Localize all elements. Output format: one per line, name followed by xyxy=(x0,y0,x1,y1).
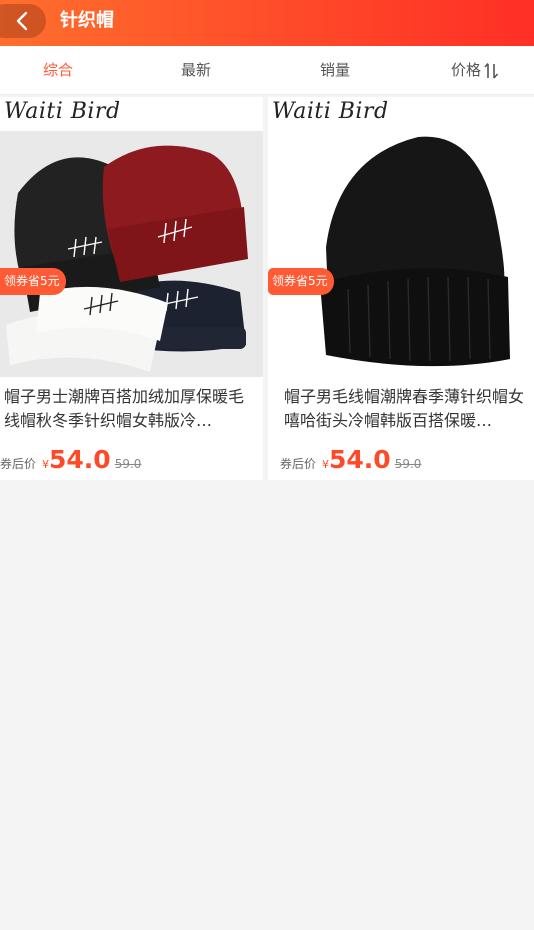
price-row: 券后价 ¥54.0 59.0 xyxy=(0,445,141,475)
top-bar: 针织帽 xyxy=(0,0,534,46)
beanies-photo xyxy=(0,131,263,377)
original-price: 59.0 xyxy=(114,457,142,471)
product-image: Waiti Bird xyxy=(0,97,263,377)
tab-comprehensive[interactable]: 综合 xyxy=(20,46,96,94)
coupon-badge: 领券省5元 xyxy=(0,268,66,295)
price: 54.0 xyxy=(49,445,111,474)
tab-label: 最新 xyxy=(180,61,211,79)
brand-logo: Waiti Bird xyxy=(4,99,121,124)
price: 54.0 xyxy=(329,445,391,474)
tab-sales[interactable]: 销量 xyxy=(297,46,373,94)
sort-tabs: 综合 最新 销量 价格 xyxy=(0,46,534,95)
coupon-badge: 领券省5元 xyxy=(268,268,334,295)
page-title: 针织帽 xyxy=(60,10,114,31)
sort-arrows-icon xyxy=(484,62,499,79)
currency-symbol: ¥ xyxy=(322,458,330,471)
original-price: 59.0 xyxy=(394,457,422,471)
price-row: 券后价 ¥54.0 59.0 xyxy=(280,445,421,475)
product-name: 帽子男毛线帽潮牌春季薄针织帽女嘻哈街头冷帽韩版百搭保暖… xyxy=(284,387,525,430)
back-button[interactable] xyxy=(0,4,46,38)
beanie-photo xyxy=(268,131,534,377)
brand-logo: Waiti Bird xyxy=(272,99,389,124)
chevron-left-icon xyxy=(16,11,28,31)
after-coupon-label: 券后价 xyxy=(0,457,37,471)
tab-label: 销量 xyxy=(319,61,350,79)
tab-label: 综合 xyxy=(42,61,73,79)
product-name: 帽子男士潮牌百搭加绒加厚保暖毛线帽秋冬季针织帽女韩版冷… xyxy=(4,387,245,430)
product-card[interactable]: Waiti Bird 领券省5元 帽子男士潮牌百搭加绒加厚保暖毛线帽秋冬季针织帽… xyxy=(0,97,263,480)
product-image: Waiti Bird xyxy=(268,97,534,377)
after-coupon-label: 券后价 xyxy=(280,457,317,471)
product-card[interactable]: Waiti Bird 领券省5元 帽子男毛线帽潮牌春季薄针织帽女嘻哈街头冷帽韩版… xyxy=(268,97,534,480)
currency-symbol: ¥ xyxy=(42,458,50,471)
tab-price[interactable]: 价格 xyxy=(436,46,516,94)
tab-newest[interactable]: 最新 xyxy=(158,46,234,94)
tab-label: 价格 xyxy=(450,61,481,79)
